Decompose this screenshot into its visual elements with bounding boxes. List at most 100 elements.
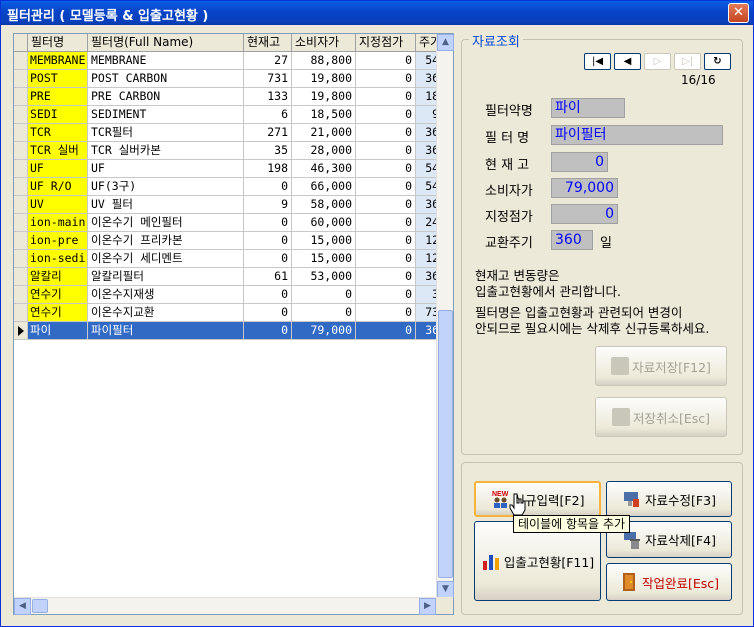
row-full-name-cell[interactable]: SEDIMENT	[88, 106, 244, 124]
row-code-cell[interactable]: 연수기	[28, 304, 88, 322]
row-stock-cell[interactable]: 271	[244, 124, 292, 142]
horizontal-scroll-thumb[interactable]	[32, 599, 48, 613]
nav-next-button[interactable]: ▷	[644, 53, 671, 70]
row-indicator[interactable]	[14, 160, 28, 178]
row-price-cell[interactable]: 21,000	[292, 124, 356, 142]
row-stock-cell[interactable]: 0	[244, 250, 292, 268]
row-code-cell[interactable]: ion-sedi	[28, 250, 88, 268]
row-indicator[interactable]	[14, 196, 28, 214]
nav-first-button[interactable]: |◀	[584, 53, 611, 70]
table-row[interactable]: 파이파이필터079,0000360	[14, 322, 450, 340]
row-min-price-cell[interactable]: 0	[356, 70, 416, 88]
table-row[interactable]: TCRTCR필터27121,0000360	[14, 124, 450, 142]
row-price-cell[interactable]: 88,800	[292, 52, 356, 70]
scroll-up-icon[interactable]: ▲	[437, 34, 454, 51]
row-full-name-cell[interactable]: PRE CARBON	[88, 88, 244, 106]
row-stock-cell[interactable]: 0	[244, 304, 292, 322]
min-price-field[interactable]: 0	[551, 204, 618, 224]
row-full-name-cell[interactable]: 이온수지교환	[88, 304, 244, 322]
scroll-right-icon[interactable]: ▶	[419, 598, 436, 615]
row-indicator[interactable]	[14, 304, 28, 322]
row-price-cell[interactable]: 66,000	[292, 178, 356, 196]
close-button[interactable]: ✕	[728, 3, 749, 23]
row-stock-cell[interactable]: 0	[244, 286, 292, 304]
row-indicator[interactable]	[14, 88, 28, 106]
table-row[interactable]: 연수기이온수지교환000730	[14, 304, 450, 322]
row-indicator[interactable]	[14, 124, 28, 142]
row-stock-cell[interactable]: 9	[244, 196, 292, 214]
row-stock-cell[interactable]: 61	[244, 268, 292, 286]
row-full-name-cell[interactable]: MEMBRANE	[88, 52, 244, 70]
row-price-cell[interactable]: 46,300	[292, 160, 356, 178]
header-full-name[interactable]: 필터명(Full Name)	[88, 34, 244, 52]
row-stock-cell[interactable]: 35	[244, 142, 292, 160]
row-full-name-cell[interactable]: POST CARBON	[88, 70, 244, 88]
row-indicator[interactable]	[14, 178, 28, 196]
row-min-price-cell[interactable]: 0	[356, 52, 416, 70]
row-full-name-cell[interactable]: 이온수기 프리카본	[88, 232, 244, 250]
row-min-price-cell[interactable]: 0	[356, 124, 416, 142]
row-price-cell[interactable]: 58,000	[292, 196, 356, 214]
table-row[interactable]: TCR 실버TCR 실버카본3528,0000360	[14, 142, 450, 160]
row-min-price-cell[interactable]: 0	[356, 268, 416, 286]
nav-last-button[interactable]: ▷|	[674, 53, 701, 70]
row-code-cell[interactable]: UV	[28, 196, 88, 214]
table-row[interactable]: UFUF19846,3000540	[14, 160, 450, 178]
row-min-price-cell[interactable]: 0	[356, 214, 416, 232]
cycle-field[interactable]: 360	[551, 230, 593, 250]
row-code-cell[interactable]: UF R/O	[28, 178, 88, 196]
vertical-scrollbar[interactable]: ▲ ▼	[436, 34, 454, 598]
title-bar[interactable]: 필터관리 ( 모델등록 & 입출고현황 ) ✕	[1, 1, 753, 25]
filter-grid[interactable]: 필터명 필터명(Full Name) 현재고 소비자가 지정점가 주기 MEMB…	[13, 33, 454, 615]
table-row[interactable]: UF R/OUF(3구)066,0000540	[14, 178, 450, 196]
row-stock-cell[interactable]: 0	[244, 214, 292, 232]
row-price-cell[interactable]: 53,000	[292, 268, 356, 286]
table-row[interactable]: UVUV 필터958,0000360	[14, 196, 450, 214]
new-entry-button[interactable]: NEW 신규입력[F2]	[474, 481, 601, 517]
row-stock-cell[interactable]: 0	[244, 178, 292, 196]
row-indicator[interactable]	[14, 232, 28, 250]
header-min-price[interactable]: 지정점가	[356, 34, 416, 52]
row-min-price-cell[interactable]: 0	[356, 106, 416, 124]
row-indicator[interactable]	[14, 268, 28, 286]
row-code-cell[interactable]: TCR 실버	[28, 142, 88, 160]
full-name-field[interactable]: 파이필터	[551, 125, 723, 145]
row-price-cell[interactable]: 19,800	[292, 88, 356, 106]
row-full-name-cell[interactable]: TCR 실버카본	[88, 142, 244, 160]
finish-work-button[interactable]: 작업완료[Esc]	[606, 563, 732, 601]
row-indicator[interactable]	[14, 322, 28, 340]
table-row[interactable]: MEMBRANEMEMBRANE2788,8000540	[14, 52, 450, 70]
row-min-price-cell[interactable]: 0	[356, 304, 416, 322]
row-code-cell[interactable]: PRE	[28, 88, 88, 106]
row-price-cell[interactable]: 60,000	[292, 214, 356, 232]
save-button[interactable]: 자료저장[F12]	[595, 346, 727, 386]
table-row[interactable]: SEDISEDIMENT618,500090	[14, 106, 450, 124]
row-full-name-cell[interactable]: 파이필터	[88, 322, 244, 340]
row-price-cell[interactable]: 0	[292, 304, 356, 322]
row-stock-cell[interactable]: 27	[244, 52, 292, 70]
row-price-cell[interactable]: 15,000	[292, 250, 356, 268]
row-code-cell[interactable]: SEDI	[28, 106, 88, 124]
nav-prev-button[interactable]: ◀	[614, 53, 641, 70]
table-row[interactable]: ion-pre이온수기 프리카본015,0000120	[14, 232, 450, 250]
row-code-cell[interactable]: ion-main	[28, 214, 88, 232]
row-min-price-cell[interactable]: 0	[356, 322, 416, 340]
scroll-left-icon[interactable]: ◀	[14, 598, 31, 615]
row-min-price-cell[interactable]: 0	[356, 250, 416, 268]
row-indicator[interactable]	[14, 250, 28, 268]
row-indicator[interactable]	[14, 142, 28, 160]
price-field[interactable]: 79,000	[551, 178, 618, 198]
row-min-price-cell[interactable]: 0	[356, 286, 416, 304]
row-code-cell[interactable]: 연수기	[28, 286, 88, 304]
row-price-cell[interactable]: 0	[292, 286, 356, 304]
header-price[interactable]: 소비자가	[292, 34, 356, 52]
row-code-cell[interactable]: 파이	[28, 322, 88, 340]
row-code-cell[interactable]: TCR	[28, 124, 88, 142]
row-stock-cell[interactable]: 198	[244, 160, 292, 178]
row-indicator[interactable]	[14, 70, 28, 88]
row-code-cell[interactable]: MEMBRANE	[28, 52, 88, 70]
row-stock-cell[interactable]: 6	[244, 106, 292, 124]
vertical-scroll-thumb[interactable]	[438, 310, 453, 578]
row-stock-cell[interactable]: 133	[244, 88, 292, 106]
row-full-name-cell[interactable]: UV 필터	[88, 196, 244, 214]
